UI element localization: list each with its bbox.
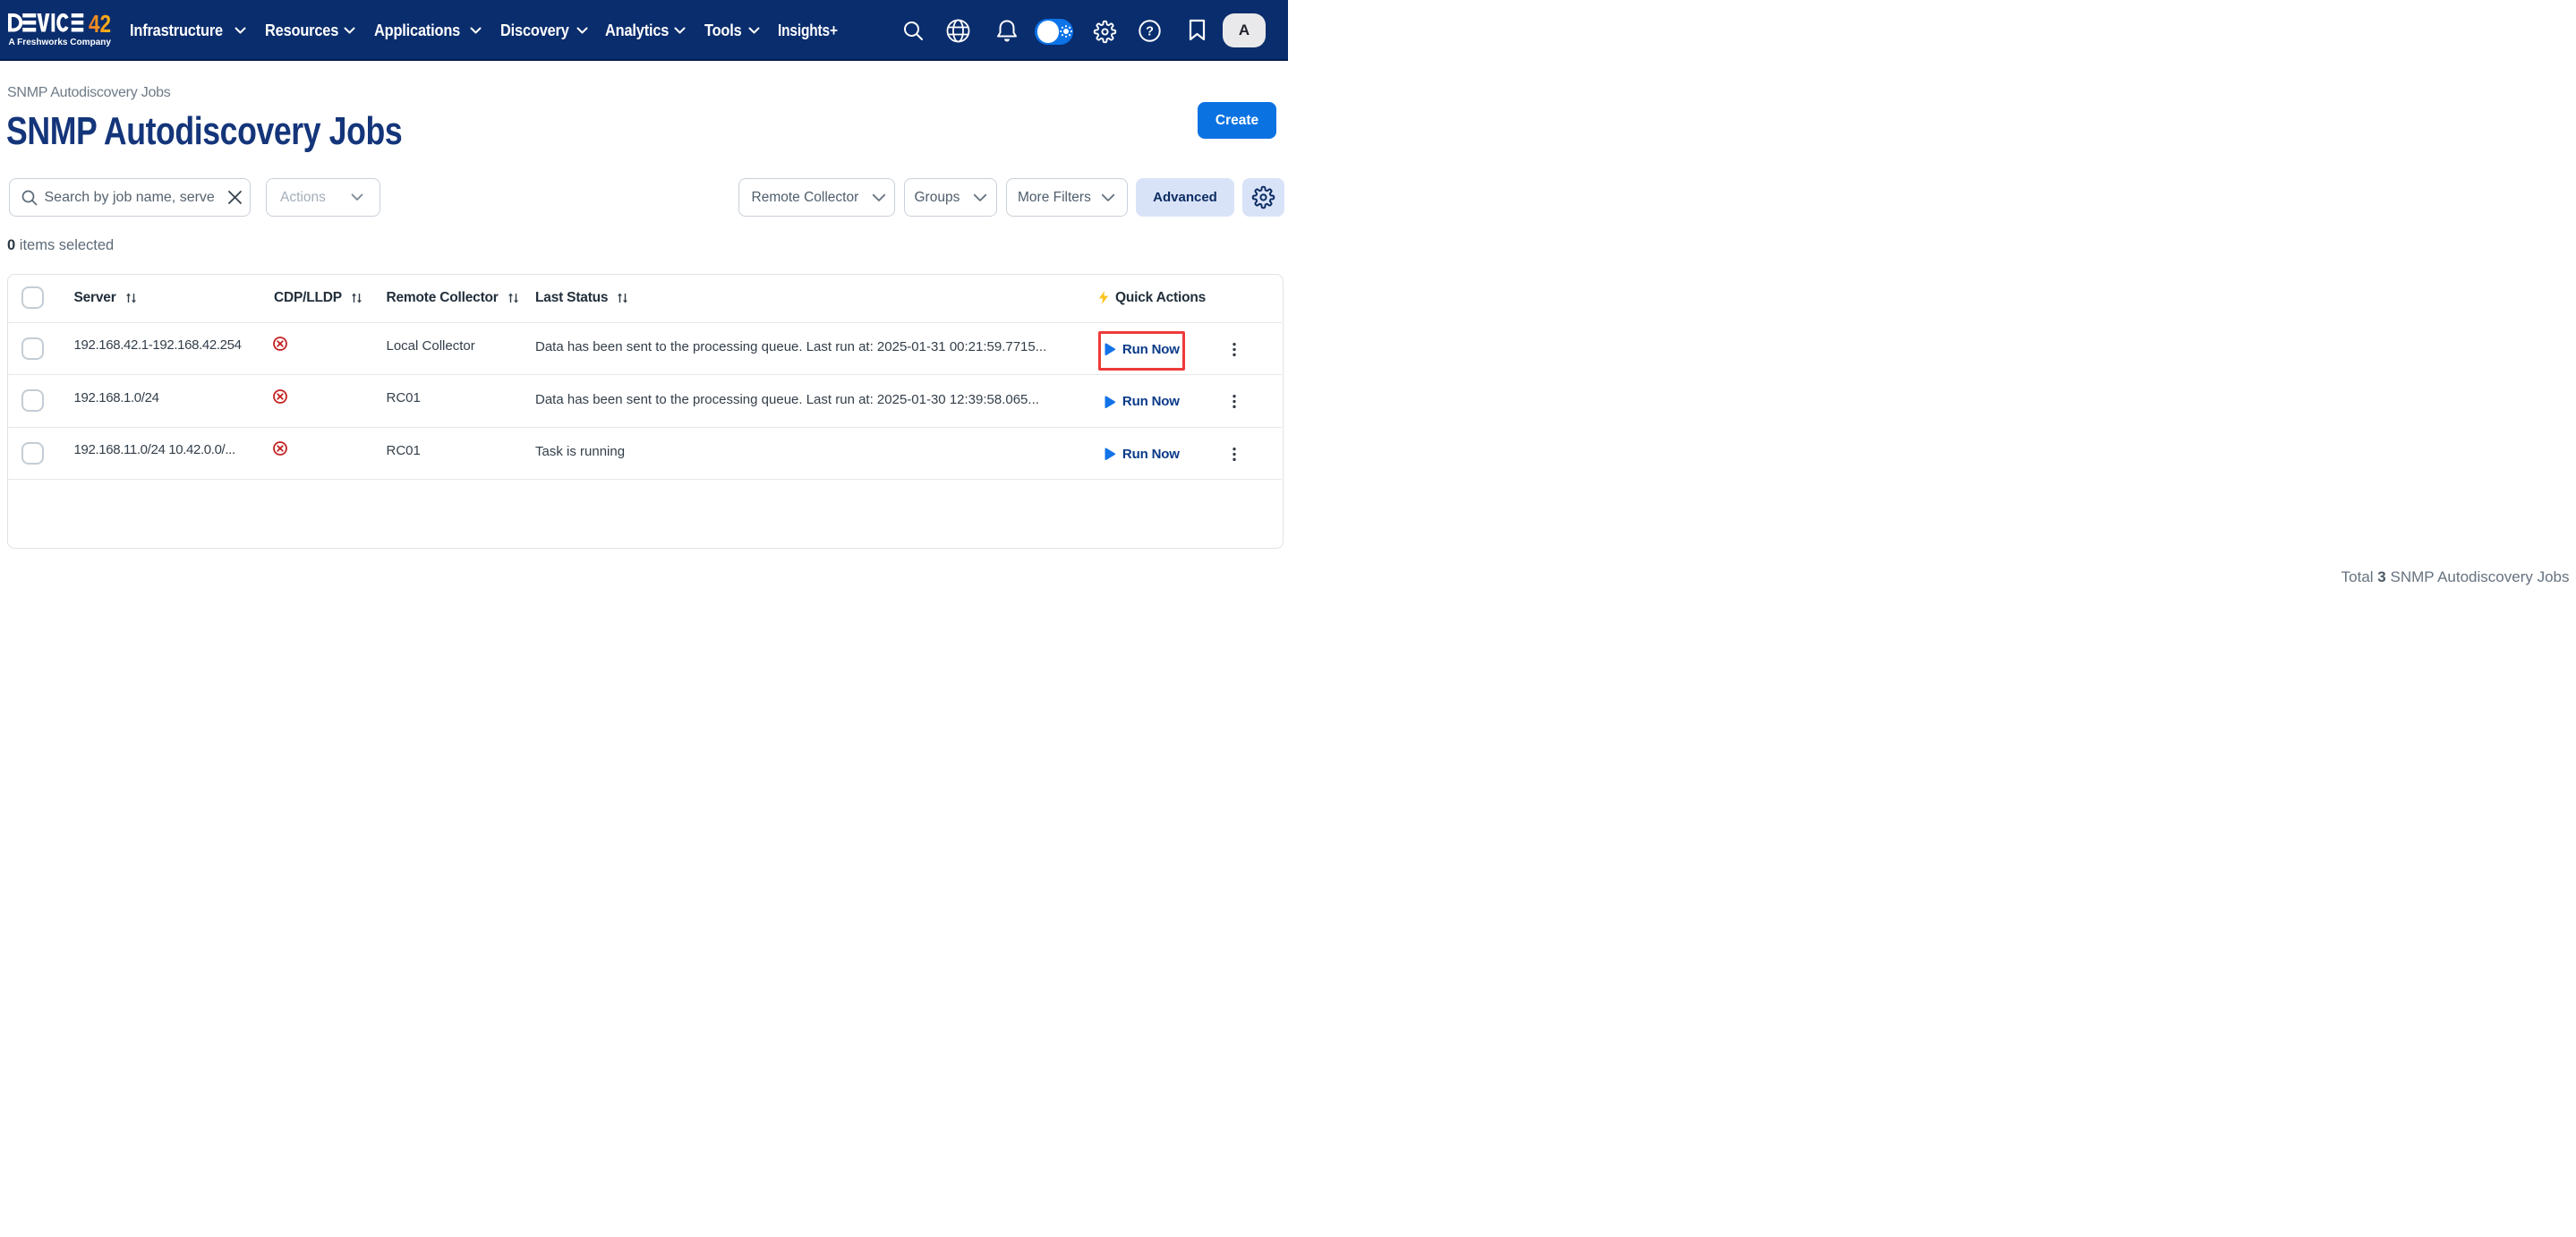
svg-text:42: 42 — [89, 13, 111, 38]
svg-text:A Freshworks Company: A Freshworks Company — [8, 38, 111, 47]
svg-text:?: ? — [1146, 25, 1154, 39]
